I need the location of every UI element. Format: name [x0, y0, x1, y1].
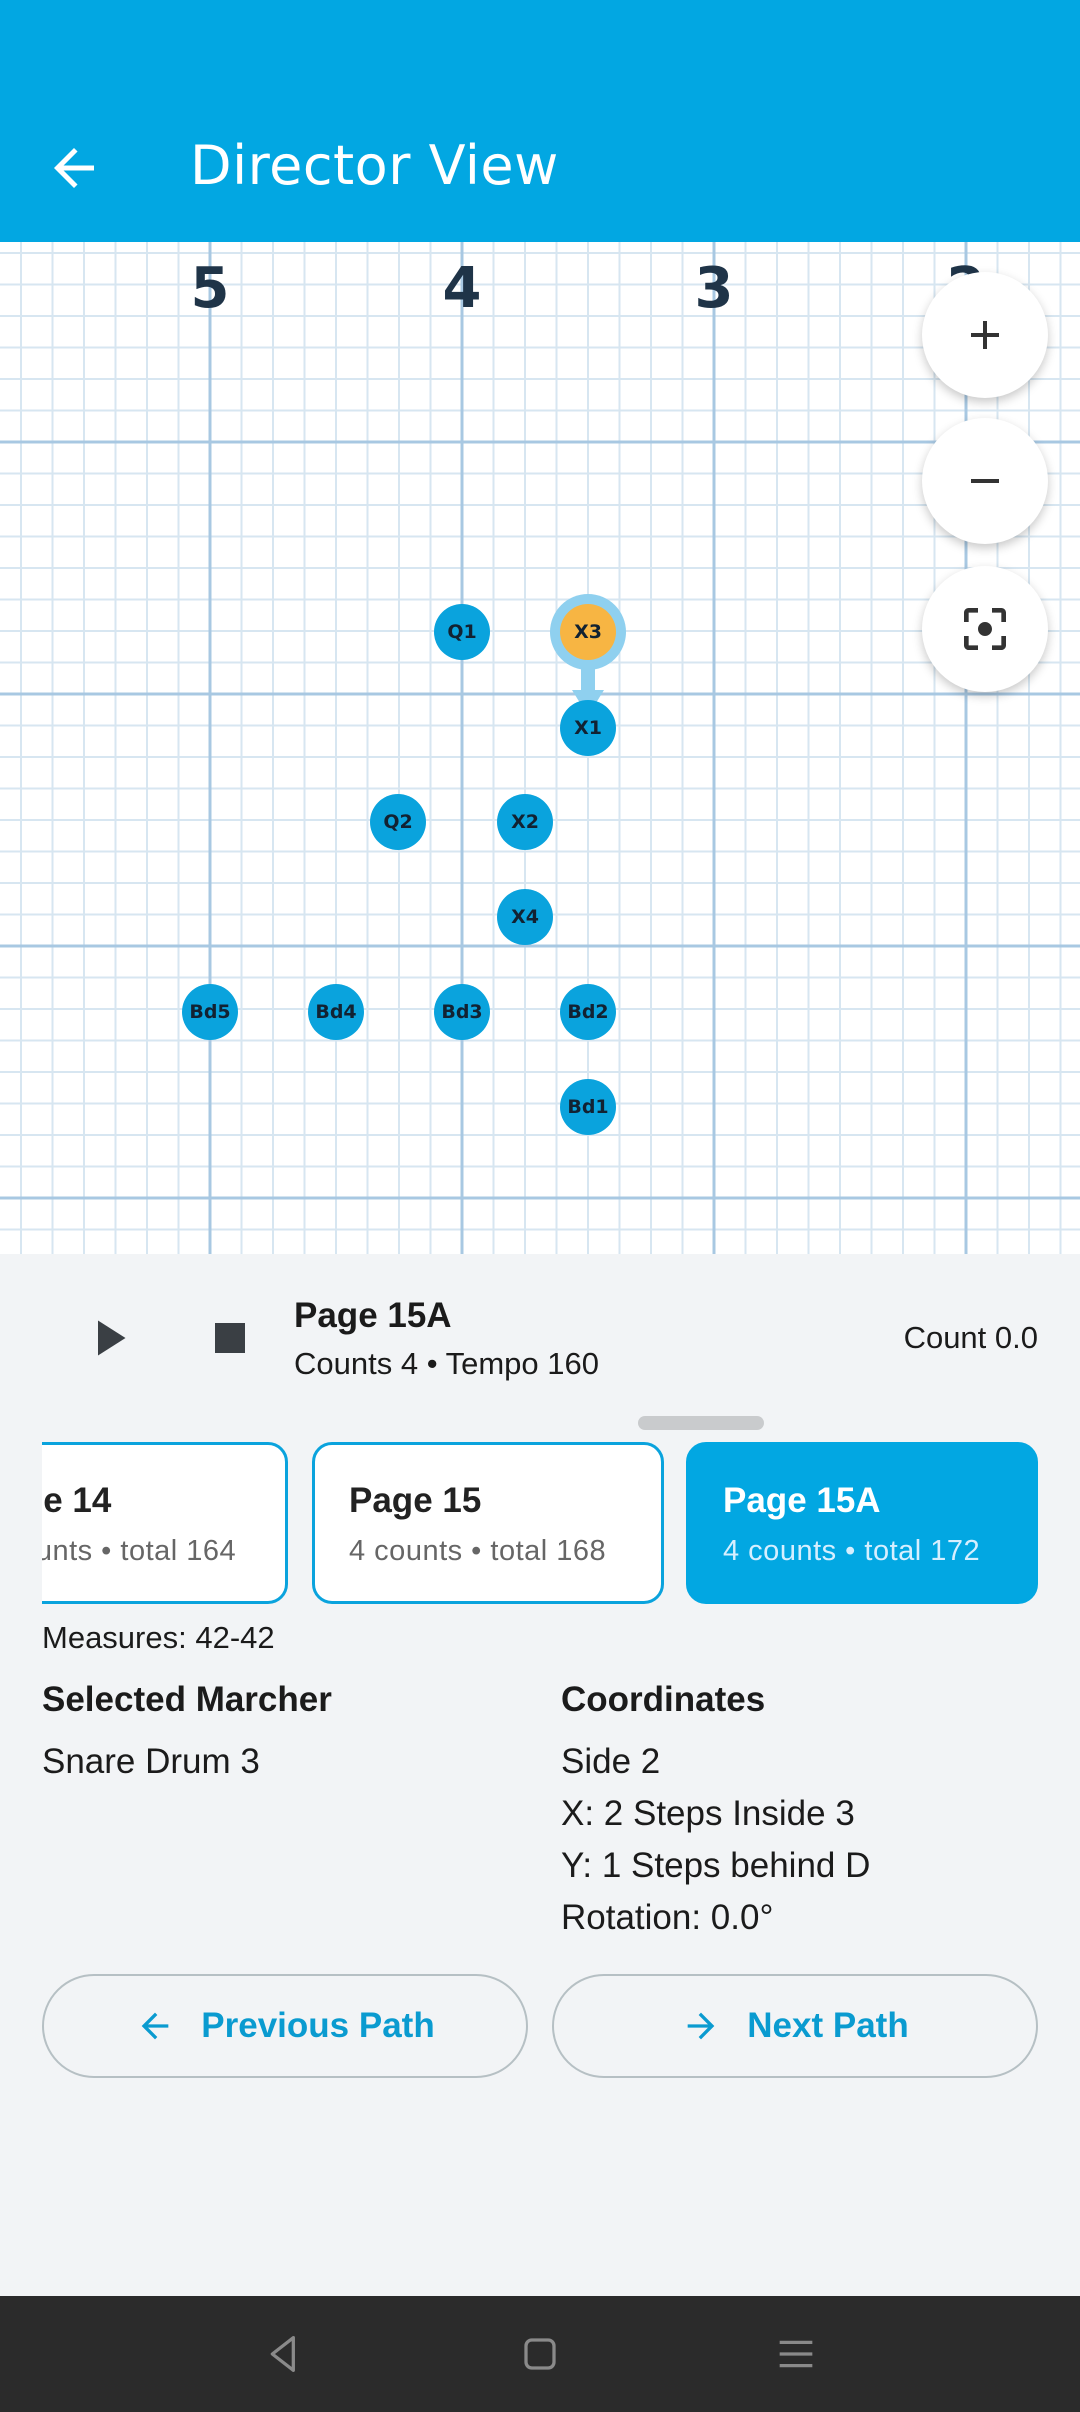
arrow-right-icon [687, 2012, 715, 2040]
current-page-name: Page 15A [294, 1296, 452, 1335]
play-icon [98, 1320, 126, 1356]
measures-label: Measures: 42-42 [42, 1620, 275, 1655]
coordinate-rotation: Rotation: 0.0° [561, 1898, 774, 1937]
zoom-in-icon [971, 321, 999, 349]
yard-number: 4 [442, 256, 482, 321]
back-button[interactable] [44, 138, 104, 198]
nav-home-icon[interactable] [512, 2326, 568, 2382]
page-card-name: Page 15 [349, 1481, 482, 1520]
current-page-meta: Counts 4 • Tempo 160 [294, 1346, 599, 1381]
scroll-handle[interactable] [638, 1416, 764, 1430]
marcher-dot-selected[interactable]: X3 [560, 604, 616, 660]
marcher-dot[interactable]: Bd5 [182, 984, 238, 1040]
marcher-dot[interactable]: X2 [497, 794, 553, 850]
previous-path-label: Previous Path [201, 2006, 435, 2045]
arrow-left-icon [54, 148, 94, 188]
page-card-meta: 4 counts • total 164 [42, 1535, 237, 1567]
page-carousel[interactable]: Page 14 4 counts • total 164 Page 15 4 c… [42, 1432, 1080, 1622]
zoom-out-button[interactable] [922, 418, 1048, 544]
page-card[interactable]: Page 15 4 counts • total 168 [312, 1442, 664, 1604]
arrow-left-icon [141, 2012, 169, 2040]
next-path-button[interactable]: Next Path [552, 1974, 1038, 2078]
page-card-name: Page 14 [42, 1481, 112, 1520]
page-title: Director View [190, 134, 559, 197]
page-card-meta: 4 counts • total 172 [723, 1535, 981, 1567]
page-card-active[interactable]: Page 15A 4 counts • total 172 [686, 1442, 1038, 1604]
page-card-name: Page 15A [723, 1481, 881, 1520]
marcher-dot[interactable]: Bd2 [560, 984, 616, 1040]
page-card-meta: 4 counts • total 168 [349, 1535, 607, 1567]
count-readout: Count 0.0 [903, 1320, 1038, 1355]
app-bar: Director View [0, 0, 1080, 242]
coordinate-side: Side 2 [561, 1742, 661, 1781]
marcher-dot[interactable]: X1 [560, 700, 616, 756]
coordinate-y: Y: 1 Steps behind D [561, 1846, 871, 1885]
nav-back-icon[interactable] [256, 2326, 312, 2382]
marcher-dot[interactable]: Bd3 [434, 984, 490, 1040]
system-nav-bar [0, 2296, 1080, 2412]
play-button[interactable] [78, 1308, 138, 1368]
nav-menu-icon[interactable] [768, 2326, 824, 2382]
yard-number: 5 [190, 256, 230, 321]
selected-marcher-name: Snare Drum 3 [42, 1742, 260, 1781]
selected-marcher-title: Selected Marcher [42, 1680, 332, 1719]
marcher-dot[interactable]: Q1 [434, 604, 490, 660]
zoom-out-icon [971, 479, 999, 483]
marcher-dot[interactable]: X4 [497, 889, 553, 945]
playback-panel: Page 15A Counts 4 • Tempo 160 Count 0.0 … [0, 1254, 1080, 2296]
stop-icon [215, 1323, 245, 1353]
page-card[interactable]: Page 14 4 counts • total 164 [42, 1442, 288, 1604]
previous-path-button[interactable]: Previous Path [42, 1974, 528, 2078]
coordinate-x: X: 2 Steps Inside 3 [561, 1794, 855, 1833]
center-focus-button[interactable] [922, 566, 1048, 692]
field-grid [0, 242, 1080, 1254]
coordinates-title: Coordinates [561, 1680, 766, 1719]
center-focus-icon [964, 608, 1006, 650]
field-view[interactable]: 5 4 3 2 Q1 X3 X1 Q2 X2 X4 Bd5 Bd4 Bd3 Bd… [0, 242, 1080, 1254]
marcher-dot[interactable]: Q2 [370, 794, 426, 850]
stop-button[interactable] [200, 1308, 260, 1368]
zoom-in-button[interactable] [922, 272, 1048, 398]
yard-number: 3 [694, 256, 734, 321]
marcher-dot[interactable]: Bd4 [308, 984, 364, 1040]
marcher-dot[interactable]: Bd1 [560, 1079, 616, 1135]
next-path-label: Next Path [747, 2006, 909, 2045]
